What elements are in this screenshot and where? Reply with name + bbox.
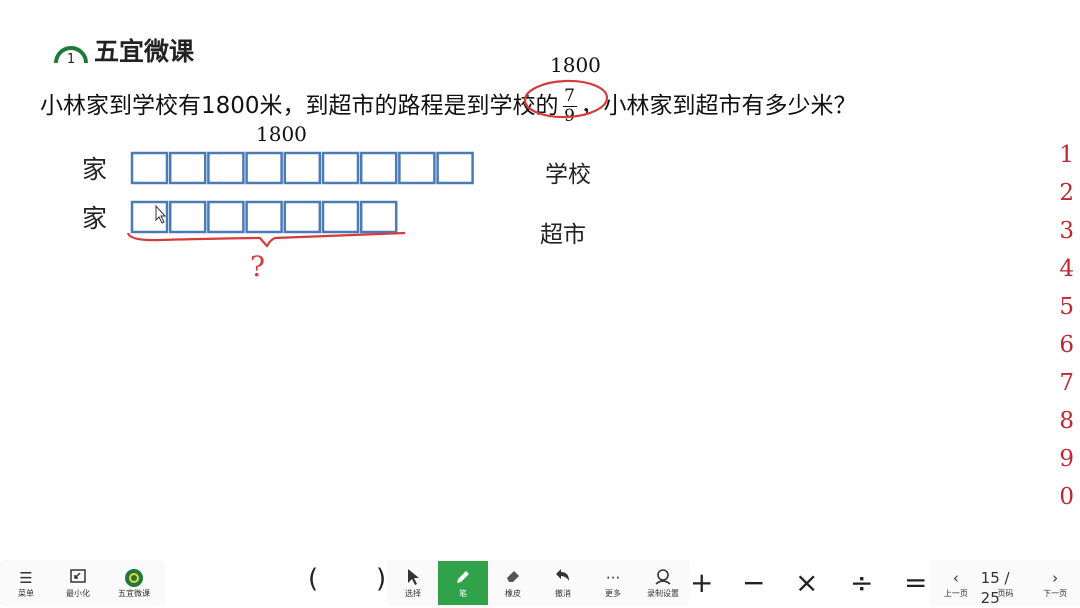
more-icon: ··· [605, 568, 621, 587]
minimize-icon [70, 568, 86, 588]
side-number: 5 [1059, 294, 1074, 320]
logo-arc-icon: 1 [54, 46, 88, 67]
brand-logo: 1 五宜微课 [52, 32, 194, 68]
problem-text-part3: ，小林家到超市有多少米？ [580, 93, 857, 119]
row2-start-label: 家 [82, 204, 108, 233]
toolbar-nav: ‹ 上一页 15 / 25 页码 › 下一页 [931, 561, 1080, 607]
plus-button[interactable]: + [690, 566, 713, 599]
problem-text: 小林家到学校有1800米，到超市的路程是到学校的 7 9 ，小林家到超市有多少米？ [40, 86, 857, 126]
toolbar-tools: 选择 笔 橡皮 撤消 ··· 更多 录制设置 [388, 561, 688, 605]
app-logo-label: 五宜微课 [118, 588, 150, 598]
side-number: 8 [1059, 408, 1074, 434]
side-number: 7 [1059, 370, 1074, 396]
segment-diagram [126, 151, 474, 248]
segment-box [168, 151, 207, 185]
red-brace-annotation [126, 231, 406, 248]
select-tool-button[interactable]: 选择 [388, 561, 438, 605]
side-number: 6 [1059, 332, 1074, 358]
side-number: 2 [1059, 180, 1074, 206]
red-circle-annotation [523, 79, 609, 119]
more-button[interactable]: ··· 更多 [588, 561, 638, 605]
segment-box [359, 200, 398, 234]
divide-button[interactable]: ÷ [850, 566, 873, 599]
chevron-left-icon: ‹ [952, 568, 959, 587]
side-number: 1 [1059, 142, 1074, 168]
segment-box [283, 200, 322, 234]
menu-button[interactable]: ☰ 菜单 [0, 561, 52, 605]
segment-box [168, 200, 207, 234]
red-question-mark: ? [250, 250, 266, 283]
pen-icon [454, 568, 472, 588]
segment-box [207, 151, 245, 185]
page-number-button[interactable]: 15 / 25 页码 [980, 561, 1031, 607]
eraser-tool-label: 橡皮 [505, 588, 521, 598]
pen-tool-label: 笔 [459, 588, 467, 598]
segment-box [436, 151, 474, 185]
row1-start-label: 家 [82, 155, 108, 184]
next-page-button[interactable]: › 下一页 [1030, 561, 1080, 605]
eraser-icon [504, 568, 522, 588]
chevron-right-icon: › [1052, 568, 1059, 587]
segment-box [130, 151, 169, 185]
segment-box [207, 200, 245, 234]
side-number: 9 [1059, 446, 1074, 472]
paren-open-button[interactable]: ( [308, 564, 318, 594]
cursor-icon [406, 568, 420, 588]
segment-box [359, 151, 398, 185]
minus-button[interactable]: − [742, 566, 765, 599]
eraser-tool-button[interactable]: 橡皮 [488, 561, 538, 605]
side-number: 0 [1059, 484, 1074, 510]
menu-icon: ☰ [19, 568, 33, 587]
brand-name: 五宜微课 [94, 37, 195, 66]
undo-icon [554, 568, 572, 588]
segment-box [321, 200, 360, 234]
problem-text-part1: 小林家到学校有1800米，到超市的路程是 [40, 93, 467, 119]
segment-box [321, 151, 360, 185]
multiply-button[interactable]: × [795, 566, 818, 599]
row1-boxes [130, 151, 474, 185]
page-number-label: 页码 [997, 588, 1014, 598]
app-logo-icon [124, 568, 144, 588]
side-number: 4 [1059, 256, 1074, 282]
minimize-button[interactable]: 最小化 [52, 561, 104, 605]
page-indicator: 15 / 25 [980, 568, 1010, 607]
equals-button[interactable]: = [904, 566, 927, 599]
menu-button-label: 菜单 [18, 588, 34, 598]
row2-end-label-supermarket: 超市 [540, 222, 586, 248]
svg-text:1: 1 [67, 52, 75, 67]
next-page-label: 下一页 [1043, 588, 1068, 598]
record-settings-button[interactable]: 录制设置 [638, 561, 688, 605]
row1-end-label-school: 学校 [545, 162, 591, 188]
prev-page-label: 上一页 [943, 588, 968, 598]
prev-page-button[interactable]: ‹ 上一页 [931, 561, 981, 605]
pen-tool-button[interactable]: 笔 [438, 561, 488, 605]
segment-box [283, 151, 322, 185]
more-button-label: 更多 [605, 588, 621, 598]
side-number-list: 1 2 3 4 5 6 7 8 9 0 [1059, 136, 1074, 516]
record-settings-label: 录制设置 [647, 588, 679, 598]
record-settings-icon [653, 568, 673, 588]
minimize-button-label: 最小化 [66, 588, 90, 598]
side-number: 3 [1059, 218, 1074, 244]
app-logo-button[interactable]: 五宜微课 [104, 561, 164, 605]
select-tool-label: 选择 [405, 588, 421, 598]
toolbar-left: ☰ 菜单 最小化 五宜微课 [0, 561, 164, 605]
segment-box [398, 151, 436, 185]
segment-box [245, 200, 283, 234]
undo-button-label: 撤消 [555, 588, 571, 598]
annotation-1800-above: 1800 [550, 53, 601, 77]
segment-box [245, 151, 283, 185]
undo-button[interactable]: 撤消 [538, 561, 588, 605]
paren-close-button[interactable]: ) [376, 564, 386, 594]
row2-boxes [130, 200, 398, 234]
